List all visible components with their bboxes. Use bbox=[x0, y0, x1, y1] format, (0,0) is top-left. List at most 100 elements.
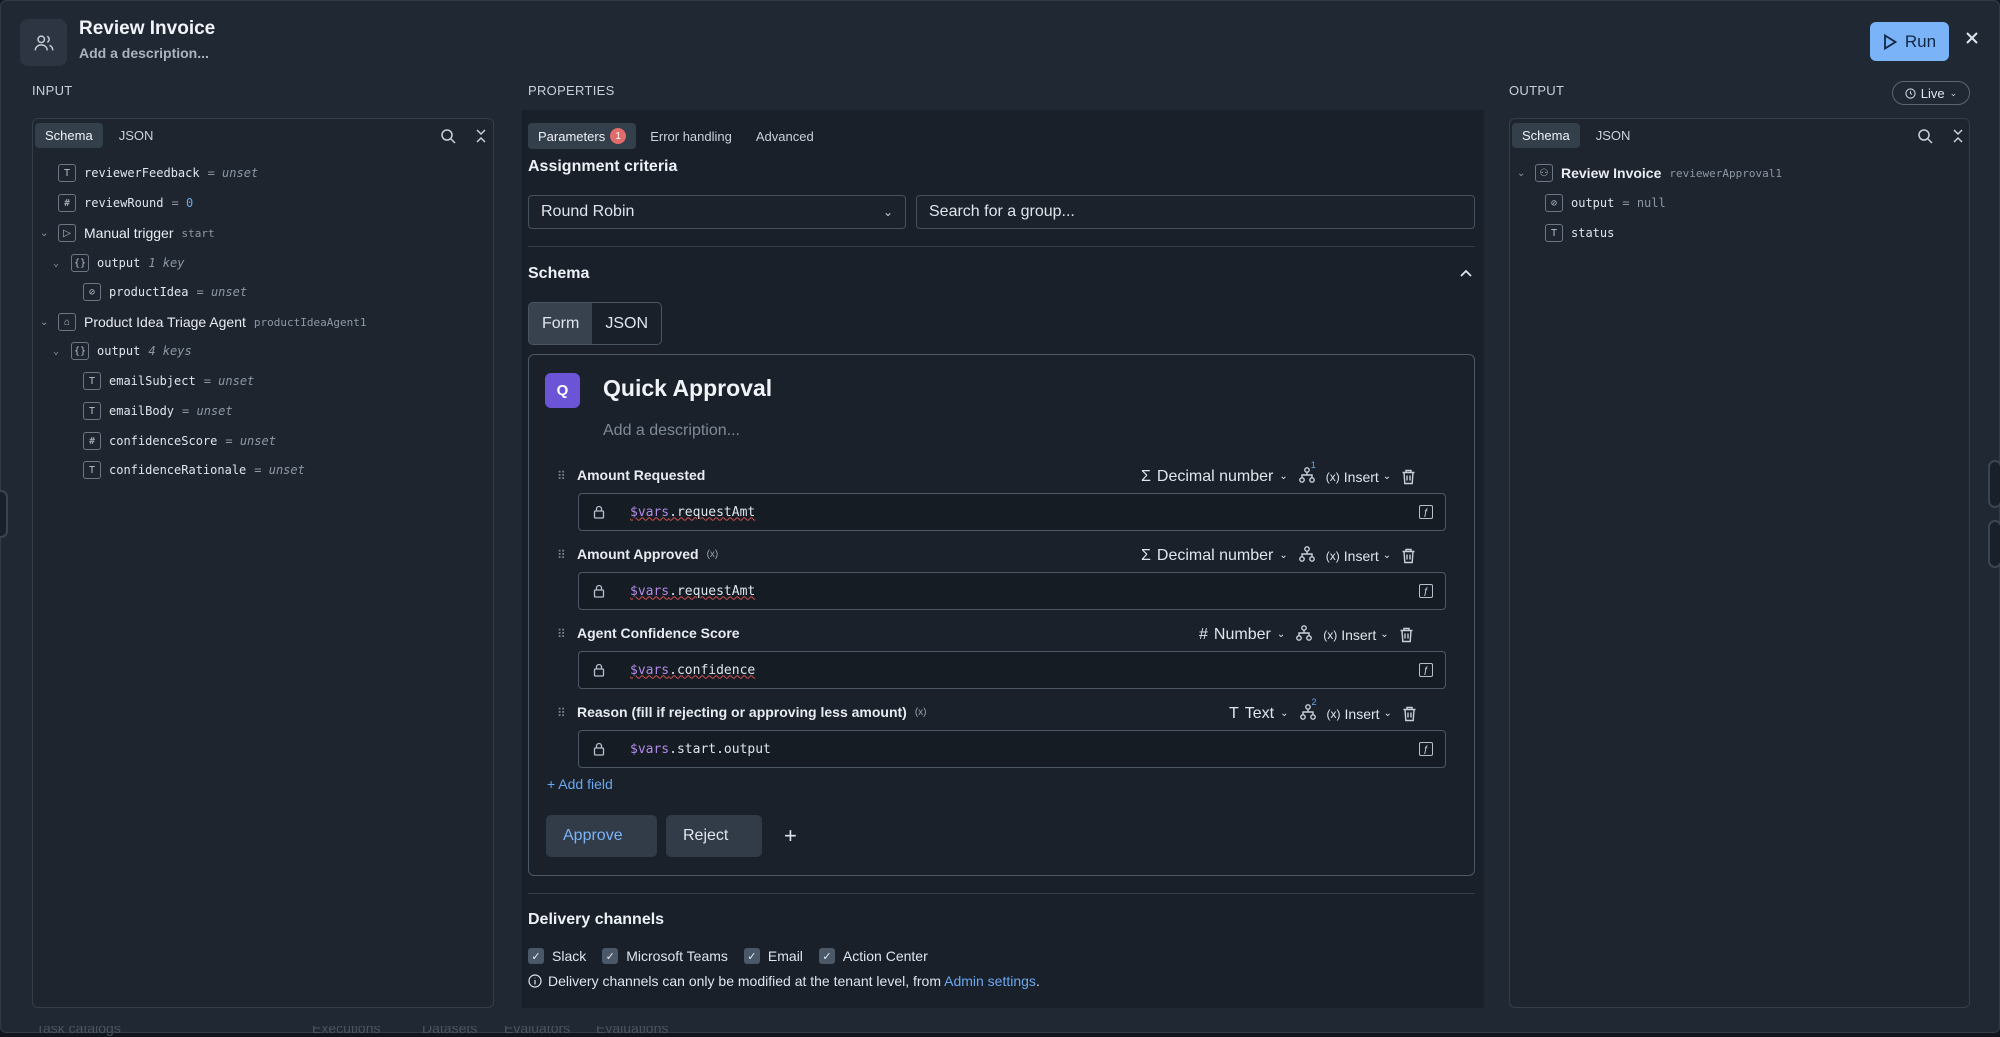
tree-row[interactable]: ⌄ {} output 4 keys bbox=[53, 342, 192, 360]
run-button[interactable]: Run bbox=[1870, 22, 1949, 61]
assignment-select[interactable]: Round Robin ⌄ bbox=[528, 195, 906, 229]
function-icon[interactable]: ƒ bbox=[1419, 584, 1433, 598]
field-value-input[interactable]: $vars.requestAmt ƒ bbox=[578, 572, 1446, 610]
tree-row[interactable]: ⌄ ⚇ Review Invoice reviewerApproval1 bbox=[1517, 164, 1782, 182]
node-description[interactable]: Add a description... bbox=[79, 45, 209, 61]
input-panel bbox=[32, 118, 494, 1008]
insert-button[interactable]: (x) Insert ⌄ bbox=[1326, 469, 1391, 485]
chevron-down-icon[interactable]: ⌄ bbox=[53, 346, 63, 357]
admin-settings-link[interactable]: Admin settings bbox=[944, 973, 1036, 989]
insert-button[interactable]: (x) Insert ⌄ bbox=[1327, 706, 1392, 722]
tree-row[interactable]: # reviewRound = 0 bbox=[58, 194, 193, 212]
assignment-criteria-title: Assignment criteria bbox=[528, 158, 678, 175]
insert-button[interactable]: (x) Insert ⌄ bbox=[1326, 548, 1391, 564]
tree-row[interactable]: ⊘ output = null bbox=[1545, 194, 1666, 212]
drag-handle-icon[interactable]: ⠿ bbox=[557, 548, 566, 562]
output-tab-json[interactable]: JSON bbox=[1586, 123, 1641, 148]
field-type-select[interactable]: Σ Decimal number ⌄ bbox=[1141, 547, 1288, 565]
function-icon[interactable]: ƒ bbox=[1419, 505, 1433, 519]
search-icon[interactable] bbox=[1917, 128, 1933, 144]
chevron-down-icon[interactable]: ⌄ bbox=[40, 317, 50, 328]
field-value-input[interactable]: $vars.start.output ƒ bbox=[578, 730, 1446, 768]
channel-action-center[interactable]: ✓ Action Center bbox=[818, 948, 928, 964]
var-path: .confidence bbox=[669, 662, 756, 678]
field-value-input[interactable]: $vars.confidence ƒ bbox=[578, 651, 1446, 689]
tab-error-handling[interactable]: Error handling bbox=[640, 124, 742, 149]
tree-row[interactable]: # confidenceScore = unset bbox=[83, 432, 276, 450]
collapse-all-icon[interactable] bbox=[473, 128, 489, 144]
output-tab-schema[interactable]: Schema bbox=[1512, 123, 1580, 148]
tab-parameters[interactable]: Parameters 1 bbox=[528, 123, 637, 149]
tree-row[interactable]: ⌄ ⌂ Product Idea Triage Agent productIde… bbox=[40, 313, 366, 331]
schema-json-tab[interactable]: JSON bbox=[592, 303, 661, 344]
form-description-input[interactable]: Add a description... bbox=[603, 422, 740, 440]
insert-label: Insert bbox=[1343, 547, 1379, 564]
tree-row[interactable]: ⌄ ▷ Manual trigger start bbox=[40, 224, 215, 242]
tree-row[interactable]: T confidenceRationale = unset bbox=[83, 461, 305, 479]
search-icon[interactable] bbox=[440, 128, 456, 144]
tree-row[interactable]: T status bbox=[1545, 224, 1614, 242]
field-value-input[interactable]: $vars.requestAmt ƒ bbox=[578, 493, 1446, 531]
schema-form-tab[interactable]: Form bbox=[529, 303, 593, 344]
field-type-select[interactable]: Σ Decimal number ⌄ bbox=[1141, 468, 1288, 486]
close-icon[interactable] bbox=[1962, 28, 1982, 48]
trash-icon[interactable] bbox=[1401, 548, 1416, 564]
channel-teams[interactable]: ✓ Microsoft Teams bbox=[602, 948, 728, 964]
input-tab-json[interactable]: JSON bbox=[109, 123, 164, 148]
right-edge-handle-top[interactable] bbox=[1988, 460, 2000, 508]
function-icon[interactable]: ƒ bbox=[1419, 663, 1433, 677]
chevron-down-icon[interactable]: ⌄ bbox=[40, 228, 50, 239]
drag-handle-icon[interactable]: ⠿ bbox=[557, 706, 566, 720]
field-toolbar: Σ Decimal number ⌄ 1 (x) Insert ⌄ bbox=[1141, 460, 1416, 487]
hierarchy-icon[interactable] bbox=[1295, 624, 1313, 645]
tree-key: output bbox=[1571, 196, 1615, 210]
field-type-select[interactable]: # Number ⌄ bbox=[1199, 626, 1285, 644]
reject-button[interactable]: Reject bbox=[666, 815, 762, 857]
tree-row[interactable]: ⌄ {} output 1 key bbox=[53, 254, 184, 272]
add-field-button[interactable]: + Add field bbox=[547, 776, 613, 792]
right-edge-handle-bottom[interactable] bbox=[1988, 520, 2000, 568]
hierarchy-icon[interactable]: 1 bbox=[1298, 460, 1316, 487]
tree-row[interactable]: T emailBody = unset bbox=[83, 402, 233, 420]
add-action-button[interactable]: + bbox=[784, 823, 797, 849]
chevron-up-icon[interactable] bbox=[1459, 268, 1473, 278]
trash-icon[interactable] bbox=[1401, 469, 1416, 485]
tree-key: Manual trigger bbox=[84, 225, 174, 241]
channel-email[interactable]: ✓ Email bbox=[743, 948, 803, 964]
input-tab-schema[interactable]: Schema bbox=[35, 123, 103, 148]
left-edge-handle[interactable] bbox=[0, 490, 8, 538]
live-dropdown[interactable]: Live ⌄ bbox=[1892, 81, 1970, 105]
insert-label: Insert bbox=[1341, 626, 1377, 643]
clock-icon bbox=[1905, 87, 1916, 99]
approve-button[interactable]: Approve bbox=[546, 815, 657, 857]
tree-eq: = bbox=[203, 374, 219, 388]
form-title[interactable]: Quick Approval bbox=[603, 375, 772, 402]
hash-icon: # bbox=[1199, 625, 1208, 643]
trash-icon[interactable] bbox=[1399, 627, 1414, 643]
error-count-badge: 1 bbox=[610, 128, 627, 144]
insert-button[interactable]: (x) Insert ⌄ bbox=[1323, 627, 1388, 643]
usage-count: 2 bbox=[1311, 697, 1317, 707]
field-label: Reason (fill if rejecting or approving l… bbox=[577, 704, 907, 720]
hierarchy-icon[interactable]: 2 bbox=[1299, 697, 1317, 724]
tab-advanced[interactable]: Advanced bbox=[746, 124, 824, 149]
drag-handle-icon[interactable]: ⠿ bbox=[557, 469, 566, 483]
chevron-down-icon[interactable]: ⌄ bbox=[1517, 168, 1527, 179]
function-icon[interactable]: ƒ bbox=[1419, 742, 1433, 756]
drag-handle-icon[interactable]: ⠿ bbox=[557, 627, 566, 641]
node-title[interactable]: Review Invoice bbox=[79, 18, 215, 40]
chevron-down-icon[interactable]: ⌄ bbox=[53, 258, 63, 269]
channel-slack[interactable]: ✓ Slack bbox=[528, 948, 586, 964]
field-label-row: Reason (fill if rejecting or approving l… bbox=[577, 704, 927, 720]
sigma-icon: Σ bbox=[1141, 546, 1151, 564]
tree-row[interactable]: ⊘ productIdea = unset bbox=[83, 283, 247, 301]
tree-key: output bbox=[97, 344, 141, 358]
tree-row[interactable]: T reviewerFeedback = unset bbox=[58, 164, 258, 182]
chevron-down-icon: ⌄ bbox=[1949, 87, 1958, 98]
field-type-select[interactable]: T Text ⌄ bbox=[1229, 705, 1289, 723]
tree-row[interactable]: T emailSubject = unset bbox=[83, 372, 254, 390]
collapse-all-icon[interactable] bbox=[1950, 128, 1966, 144]
group-search-input[interactable]: Search for a group... bbox=[916, 195, 1475, 229]
hierarchy-icon[interactable] bbox=[1298, 545, 1316, 566]
trash-icon[interactable] bbox=[1402, 706, 1417, 722]
